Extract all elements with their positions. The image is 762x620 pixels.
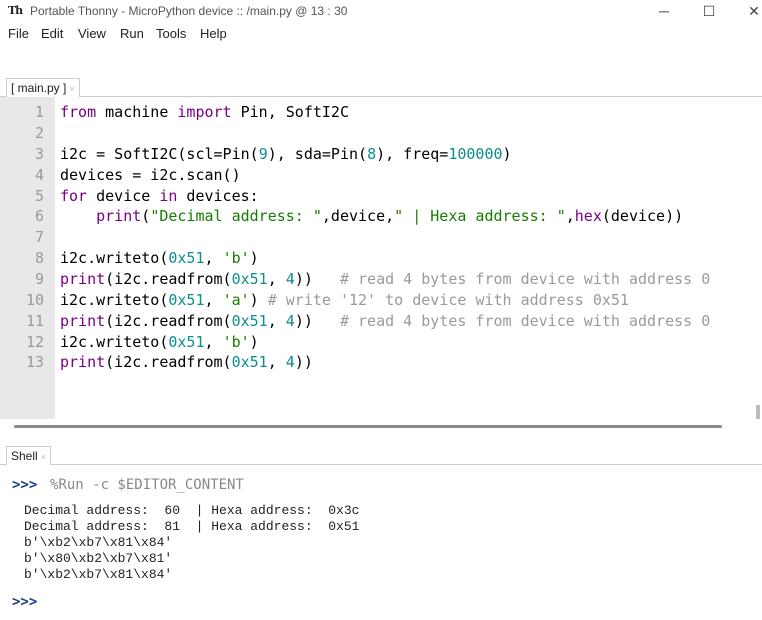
line-number: 3: [34, 145, 44, 163]
line-number: 8: [34, 249, 44, 267]
editor-horizontal-scrollbar[interactable]: [14, 425, 722, 428]
code-line: i2c.writeto(0x51, 'b'): [60, 333, 259, 351]
shell-tab-strip: [0, 444, 762, 465]
shell-output-line: b'\x80\xb2\xb7\x81': [24, 551, 173, 566]
shell-output-line: Decimal address: 60 | Hexa address: 0x3c: [24, 503, 360, 518]
shell-output-line: b'\xb2\xb7\x81\x84': [24, 535, 173, 550]
line-number: 13: [25, 353, 44, 371]
code-line: for device in devices:: [60, 187, 259, 205]
tab-shell[interactable]: Shell ×: [6, 446, 51, 466]
thonny-app-icon: Th: [8, 4, 23, 17]
code-line: i2c = SoftI2C(scl=Pin(9), sda=Pin(8), fr…: [60, 145, 512, 163]
shell-tab-label: Shell: [11, 449, 38, 463]
code-line: i2c.writeto(0x51, 'b'): [60, 249, 259, 267]
shell-output-line: b'\xb2\xb7\x81\x84': [24, 567, 173, 582]
shell-tab-close-icon[interactable]: ×: [41, 452, 46, 462]
window-title: Portable Thonny - MicroPython device :: …: [30, 4, 348, 18]
menu-file[interactable]: File: [8, 26, 29, 41]
menu-help[interactable]: Help: [200, 26, 227, 41]
code-line: print(i2c.readfrom(0x51, 4)): [60, 353, 313, 371]
line-number: 11: [25, 312, 44, 330]
code-line: from machine import Pin, SoftI2C: [60, 103, 349, 121]
code-line: print("Decimal address: ",device," | Hex…: [96, 207, 684, 225]
tab-close-icon[interactable]: ×: [69, 84, 74, 94]
code-line: print(i2c.readfrom(0x51, 4)) # read 4 by…: [60, 270, 711, 288]
editor-vertical-scrollbar[interactable]: [756, 405, 760, 419]
maximize-button[interactable]: ☐: [695, 1, 723, 21]
line-number: 9: [34, 270, 44, 288]
line-number: 4: [34, 166, 44, 184]
line-number: 10: [25, 291, 44, 309]
menu-run[interactable]: Run: [120, 26, 144, 41]
menu-edit[interactable]: Edit: [41, 26, 63, 41]
code-line: devices = i2c.scan(): [60, 166, 241, 184]
menu-tools[interactable]: Tools: [156, 26, 186, 41]
title-bar: Th Portable Thonny - MicroPython device …: [0, 0, 762, 22]
line-number: 12: [25, 333, 44, 351]
minimize-button[interactable]: ─: [650, 1, 678, 21]
shell-output-line: Decimal address: 81 | Hexa address: 0x51: [24, 519, 360, 534]
shell-input-prompt[interactable]: >>>: [12, 594, 37, 610]
line-number: 2: [34, 124, 44, 142]
line-number: 7: [34, 228, 44, 246]
tab-main-py[interactable]: [ main.py ] ×: [6, 78, 80, 98]
menu-view[interactable]: View: [78, 26, 106, 41]
line-number: 6: [34, 207, 44, 225]
editor-tab-strip: [0, 76, 762, 97]
line-number: 1: [34, 103, 44, 121]
tab-label: [ main.py ]: [11, 81, 67, 95]
toolbar: STOP: [0, 48, 762, 114]
line-number: 5: [34, 187, 44, 205]
code-line: i2c.writeto(0x51, 'a') # write '12' to d…: [60, 291, 629, 309]
code-line: print(i2c.readfrom(0x51, 4)) # read 4 by…: [60, 312, 711, 330]
shell-prompt: >>>: [12, 477, 38, 493]
shell-run-command: %Run -c $EDITOR_CONTENT: [50, 477, 244, 493]
close-window-button[interactable]: ✕: [740, 1, 762, 21]
